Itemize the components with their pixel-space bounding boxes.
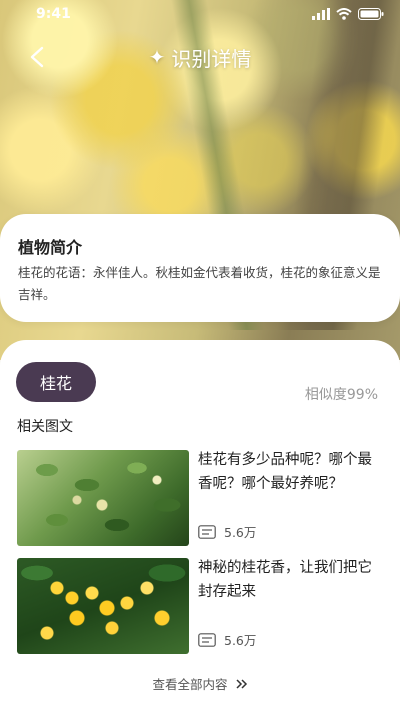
article-count: 5.6万	[224, 633, 257, 648]
article-meta: 5.6万	[198, 630, 256, 649]
intro-title: 植物简介	[18, 238, 83, 257]
article-item[interactable]: 桂花有多少品种呢？哪个最香呢？哪个最好养呢？ 5.6万	[17, 450, 383, 546]
article-meta: 5.6万	[198, 522, 256, 541]
signal-icon	[312, 8, 330, 20]
view-all-label: 查看全部内容	[152, 677, 228, 692]
status-time: 9:41	[36, 6, 71, 22]
article-title: 神秘的桂花香，让我们把它封存起来	[198, 560, 372, 600]
wifi-icon	[336, 8, 352, 20]
comment-icon	[198, 632, 216, 647]
double-chevron-right-icon	[235, 678, 247, 689]
page-title-text: 识别详情	[171, 46, 252, 71]
article-thumbnail	[17, 558, 189, 654]
result-panel: 桂花 相似度99% 相关图文 桂花有多少品种呢？哪个最香呢？哪个最好养呢？ 5.…	[0, 340, 400, 711]
screen: 9:41 ✦ 识别详情 植物简介 桂花的花语：永伴佳人。秋桂如金代表着收货，桂花…	[0, 0, 400, 711]
view-all-button[interactable]: 查看全部内容	[0, 674, 400, 693]
plant-name-pill: 桂花	[16, 362, 96, 402]
article-item[interactable]: 神秘的桂花香，让我们把它封存起来 5.6万	[17, 558, 383, 654]
article-thumbnail	[17, 450, 189, 546]
battery-icon	[358, 8, 384, 20]
status-icons	[312, 8, 384, 20]
similarity-score: 相似度99%	[304, 387, 378, 403]
plant-intro-card: 植物简介 桂花的花语：永伴佳人。秋桂如金代表着收货，桂花的象征意义是吉祥。	[0, 214, 400, 322]
article-title: 桂花有多少品种呢？哪个最香呢？哪个最好养呢？	[198, 452, 372, 492]
page-title: ✦ 识别详情	[0, 42, 400, 72]
article-count: 5.6万	[224, 525, 257, 540]
status-bar: 9:41	[0, 0, 400, 30]
comment-icon	[198, 524, 216, 539]
intro-text: 桂花的花语：永伴佳人。秋桂如金代表着收货，桂花的象征意义是吉祥。	[18, 265, 381, 302]
sparkle-icon: ✦	[148, 45, 166, 69]
related-section-label: 相关图文	[17, 419, 73, 435]
